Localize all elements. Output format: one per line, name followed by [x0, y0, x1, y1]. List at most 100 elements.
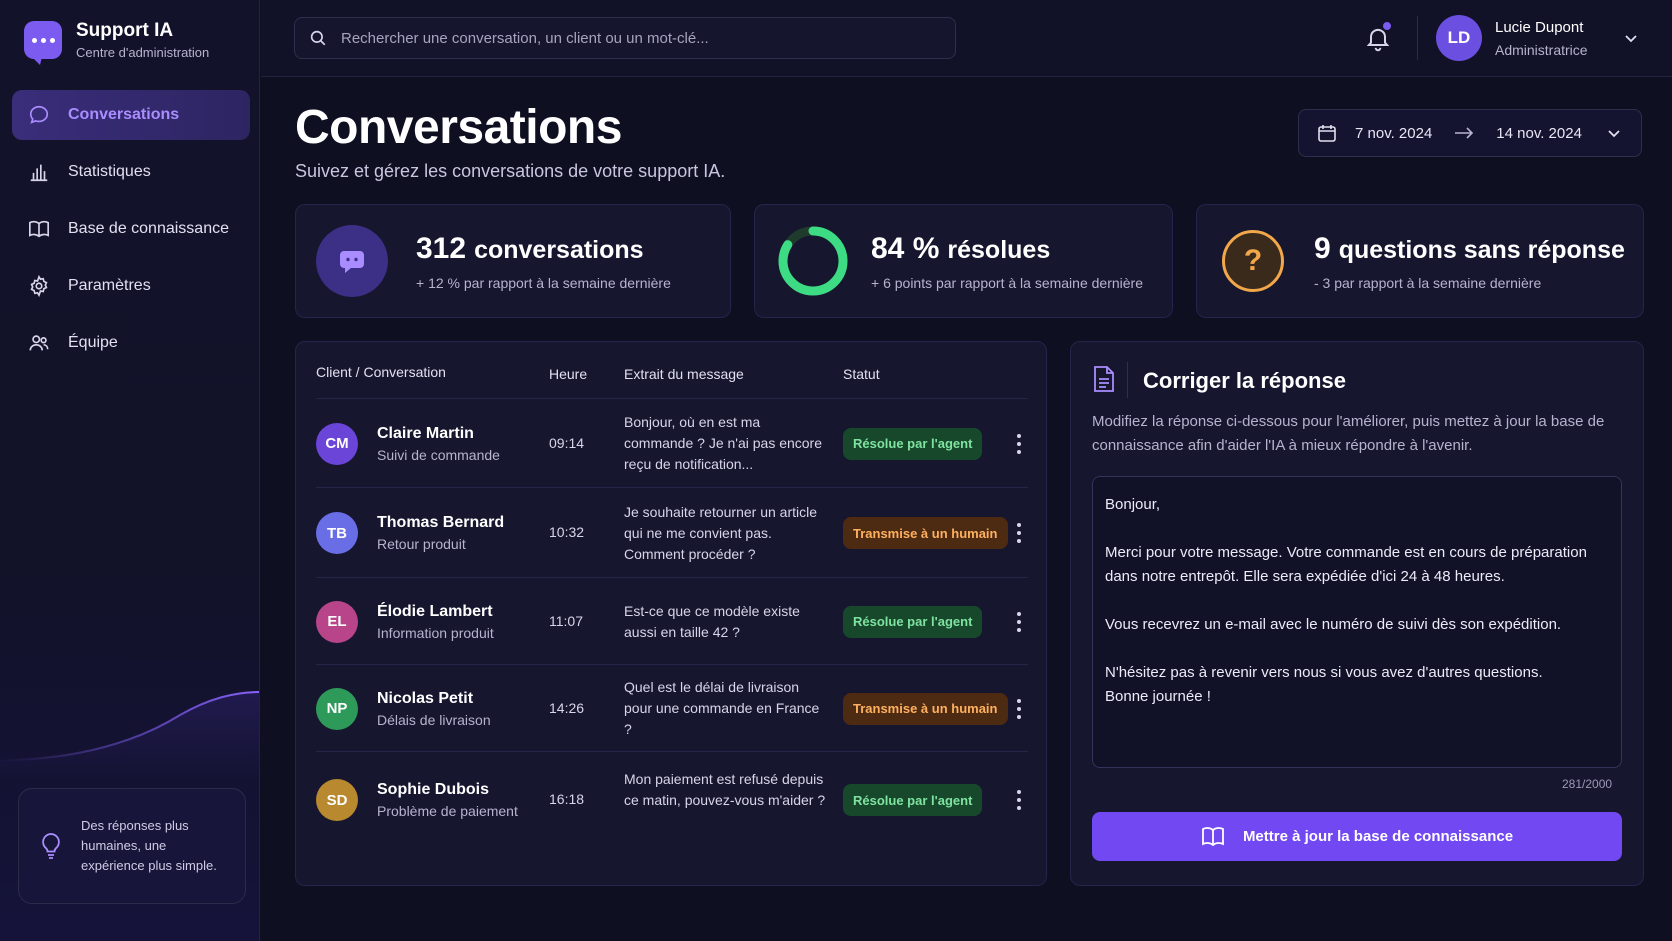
conversation-topic: Suivi de commande	[377, 446, 500, 463]
date-end: 14 nov. 2024	[1496, 124, 1582, 142]
more-options-icon[interactable]	[1016, 433, 1022, 454]
status-badge: Transmise à un humain	[843, 692, 1008, 725]
update-knowledge-base-button[interactable]: Mettre à jour la base de connaissance	[1092, 812, 1622, 861]
sidebar-item-label: Équipe	[68, 334, 118, 351]
book-icon	[1202, 826, 1224, 846]
brand-title: Support IA	[76, 20, 174, 41]
question-icon: ?	[1222, 230, 1284, 292]
conversation-topic: Retour produit	[377, 536, 466, 552]
sidebar-item-team[interactable]: Équipe	[12, 318, 250, 368]
message-time: 14:26	[549, 699, 585, 716]
divider	[1417, 16, 1418, 60]
top-bar: LD Lucie Dupont Administratrice	[261, 0, 1672, 77]
panel-description: Modifiez la réponse ci-dessous pour l'am…	[1092, 413, 1605, 454]
response-line: Bonjour,	[1105, 496, 1161, 513]
response-line: Merci pour votre message. Votre commande…	[1105, 544, 1587, 585]
more-options-icon[interactable]	[1016, 698, 1022, 719]
response-editor[interactable]: Bonjour, Merci pour votre message. Votre …	[1092, 476, 1622, 768]
chevron-down-icon[interactable]	[1623, 30, 1639, 46]
user-role: Administratrice	[1495, 42, 1588, 58]
sidebar-item-knowledge-base[interactable]: Base de connaissance	[12, 204, 250, 254]
message-excerpt: Quel est le délai de livraison pour une …	[624, 679, 820, 737]
client-name: Sophie Dubois	[377, 781, 489, 798]
stat-label: résolues	[947, 235, 1051, 264]
more-options-icon[interactable]	[1016, 523, 1022, 543]
lightbulb-icon	[42, 833, 60, 859]
chat-bubble-icon	[29, 105, 49, 124]
sidebar-item-conversations[interactable]: Conversations	[12, 90, 250, 140]
user-avatar[interactable]: LD	[1436, 15, 1482, 61]
notification-dot	[1381, 20, 1393, 32]
conversation-topic: Problème de paiement	[377, 803, 518, 819]
table-row[interactable]: SD Sophie Dubois Problème de paiement 16:18…	[316, 751, 1028, 847]
sidebar: Support IA Centre d'administration Conve…	[0, 0, 260, 941]
table-row[interactable]: TB Thomas Bernard Retour produit 10:32 Je so…	[316, 487, 1028, 577]
message-time: 16:18	[549, 791, 585, 807]
message-time: 09:14	[549, 434, 585, 451]
sidebar-item-label: Statistiques	[68, 163, 151, 180]
column-header: Heure	[549, 366, 588, 382]
sidebar-nav: Conversations Statistiques Base de conna…	[12, 90, 250, 375]
client-name: Claire Martin	[377, 424, 474, 442]
table-row[interactable]: CM Claire Martin Suivi de commande 09:14 Bon…	[316, 398, 1028, 487]
status-badge: Résolue par l'agent	[843, 605, 983, 638]
client-name: Nicolas Petit	[377, 689, 474, 707]
client-avatar: TB	[316, 512, 358, 554]
client-avatar: NP	[316, 687, 358, 730]
column-header: Client / Conversation	[316, 364, 446, 380]
stat-note: - 3 par rapport à la semaine dernière	[1314, 274, 1542, 291]
bar-chart-icon	[30, 164, 48, 182]
message-excerpt: Mon paiement est refusé depuis ce matin,…	[624, 770, 826, 808]
response-line: Bonne journée !	[1105, 688, 1211, 705]
search-input[interactable]	[341, 29, 941, 47]
stat-value: 312	[416, 231, 467, 265]
promo-text: Des réponses plus humaines, une expérien…	[81, 818, 217, 873]
client-avatar: EL	[316, 600, 358, 643]
sidebar-item-statistiques[interactable]: Statistiques	[12, 147, 250, 197]
user-name: Lucie Dupont	[1495, 19, 1584, 36]
search-icon	[310, 30, 326, 46]
stat-card-conversations: 312 conversations + 12 % par rapport à la…	[295, 204, 731, 318]
stat-value: 84 %	[871, 231, 940, 265]
message-excerpt: Bonjour, où en est ma commande ? Je n'ai…	[624, 414, 823, 472]
gear-icon	[30, 275, 48, 297]
stat-value: 9	[1314, 231, 1331, 265]
message-time: 10:32	[549, 524, 585, 540]
message-excerpt: Est-ce que ce modèle existe aussi en tai…	[624, 602, 800, 640]
stat-label: conversations	[474, 235, 644, 264]
document-icon	[1094, 366, 1114, 392]
stat-note: + 6 points par rapport à la semaine dern…	[871, 274, 1143, 291]
stat-card-resolved: 84 % résolues + 6 points par rapport à la…	[754, 204, 1173, 318]
status-badge: Transmise à un humain	[843, 517, 1008, 549]
stat-card-unanswered: ? 9 questions sans réponse - 3 par rappor…	[1196, 204, 1644, 318]
conversation-topic: Délais de livraison	[377, 711, 491, 728]
table-row[interactable]: NP Nicolas Petit Délais de livraison 14:26 Q…	[316, 664, 1028, 751]
stat-note: + 12 % par rapport à la semaine dernière	[416, 274, 671, 291]
more-options-icon[interactable]	[1016, 790, 1022, 810]
conversation-topic: Information produit	[377, 624, 494, 641]
date-range-picker[interactable]: 7 nov. 2024 14 nov. 2024	[1298, 109, 1642, 157]
divider	[1127, 362, 1128, 398]
date-start: 7 nov. 2024	[1355, 124, 1433, 142]
calendar-icon	[1318, 125, 1336, 142]
chat-logo-icon	[24, 21, 62, 65]
decorative-wave	[0, 691, 259, 780]
status-badge: Résolue par l'agent	[843, 784, 983, 816]
chat-bubble-icon	[316, 225, 388, 297]
client-avatar: CM	[316, 422, 358, 465]
brand-subtitle: Centre d'administration	[76, 45, 210, 60]
client-name: Élodie Lambert	[377, 602, 493, 620]
column-header: Statut	[843, 366, 880, 382]
button-label: Mettre à jour la base de connaissance	[1242, 828, 1514, 845]
table-row[interactable]: EL Élodie Lambert Information produit 11:07…	[316, 577, 1028, 664]
sidebar-item-settings[interactable]: Paramètres	[12, 261, 250, 311]
chevron-down-icon	[1608, 130, 1620, 138]
column-header: Extrait du message	[624, 366, 744, 382]
book-icon	[29, 220, 49, 238]
panel-title: Corriger la réponse	[1143, 368, 1346, 393]
team-icon	[29, 335, 49, 351]
more-options-icon[interactable]	[1016, 611, 1022, 632]
